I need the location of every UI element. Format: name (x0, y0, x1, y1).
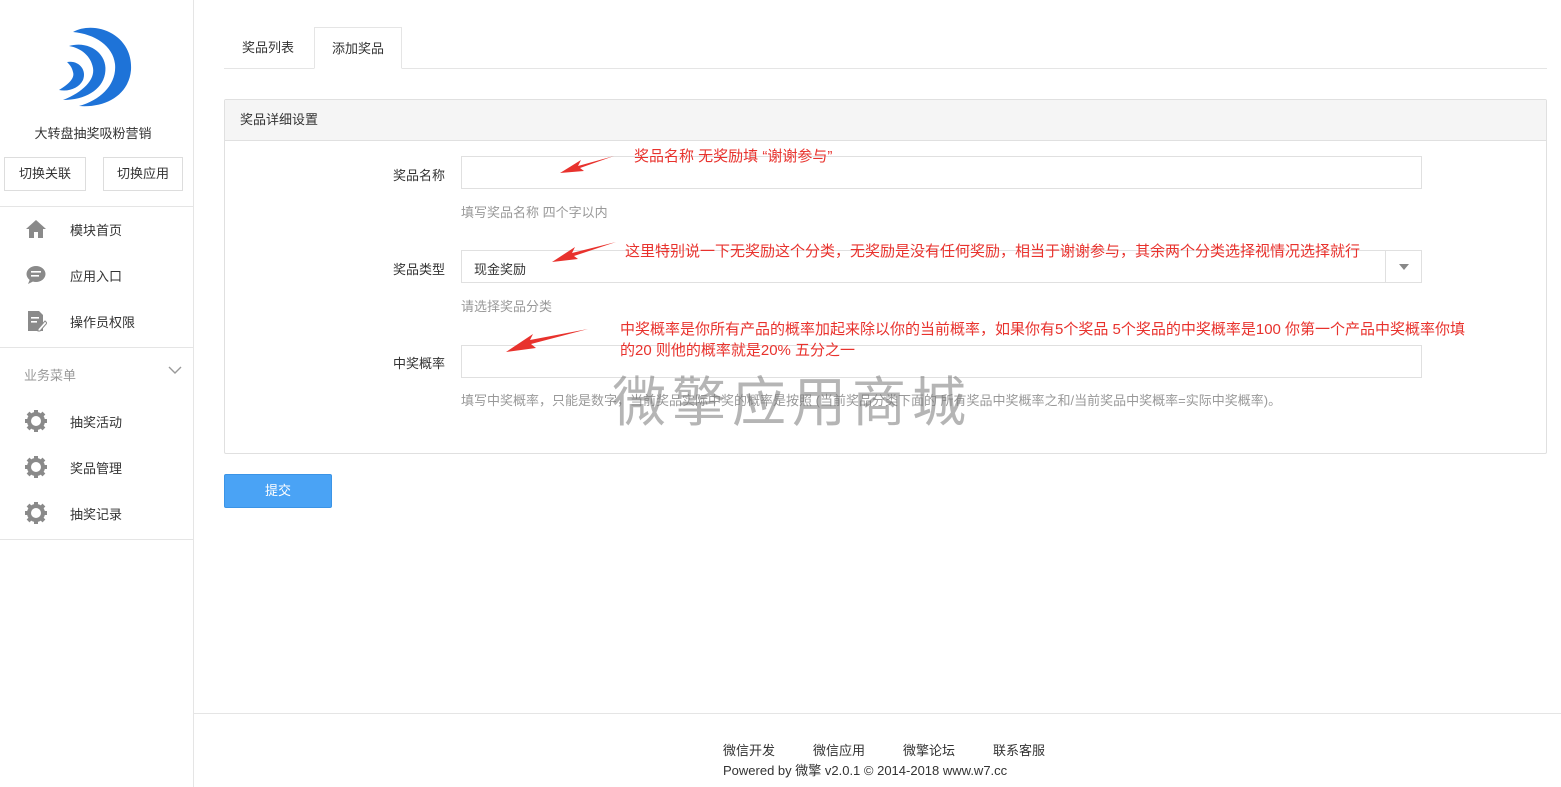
caret-down-icon (1385, 251, 1421, 282)
sidebar-item-operator-permissions[interactable]: 操作员权限 (0, 301, 193, 341)
win-probability-label: 中奖概率 (392, 356, 445, 371)
sidebar-item-label: 操作员权限 (70, 314, 136, 330)
sidebar-item-label: 应用入口 (70, 268, 123, 284)
annotation-probability-line1: 中奖概率是你所有产品的概率加起来除以你的当前概率，如果你有5个奖品 5个奖品的中… (620, 321, 1466, 338)
footer-link-support[interactable]: 联系客服 (993, 740, 1045, 759)
switch-app-button[interactable]: 切换应用 (103, 157, 183, 191)
sidebar-item-lottery-records[interactable]: 抽奖记录 (0, 493, 193, 533)
watermark: 微擎应用商城 (612, 371, 972, 434)
sidebar-item-prize-management[interactable]: 奖品管理 (0, 447, 193, 487)
app-logo (55, 24, 135, 110)
sidebar-item-app-entry[interactable]: 应用入口 (0, 255, 193, 295)
sidebar-divider (0, 347, 193, 348)
panel-title: 奖品详细设置 (225, 100, 1546, 141)
sidebar-divider (0, 206, 193, 207)
sidebar-item-label: 模块首页 (70, 222, 123, 238)
prize-name-input[interactable] (461, 156, 1422, 189)
footer-divider (194, 713, 1561, 714)
chevron-down-icon[interactable] (168, 363, 182, 377)
gear-icon (25, 502, 47, 524)
edit-document-icon (25, 310, 47, 332)
annotation-probability-line2: 的20 则他的概率就是20% 五分之一 (620, 342, 856, 359)
sidebar-item-label: 抽奖活动 (70, 414, 123, 430)
tab-add-prize[interactable]: 添加奖品 (314, 27, 402, 69)
sidebar-item-module-home[interactable]: 模块首页 (0, 209, 193, 249)
sidebar-item-label: 奖品管理 (70, 460, 123, 476)
gear-icon (25, 410, 47, 432)
prize-name-help: 填写奖品名称 四个字以内 (461, 205, 608, 220)
submit-button[interactable]: 提交 (224, 474, 332, 508)
app-name: 大转盘抽奖吸粉营销 (34, 126, 152, 141)
gear-icon (25, 456, 47, 478)
sidebar-item-label: 抽奖记录 (70, 506, 123, 522)
tab-bar: 奖品列表 添加奖品 (224, 27, 1547, 69)
prize-type-help: 请选择奖品分类 (461, 299, 553, 314)
sidebar: 大转盘抽奖吸粉营销 切换关联 切换应用 模块首页 应用入口 操作员权限 业务菜单… (0, 0, 194, 787)
switch-link-button[interactable]: 切换关联 (4, 157, 86, 191)
annotation-prize-type: 这里特别说一下无奖励这个分类，无奖励是没有任何奖励，相当于谢谢参与，其余两个分类… (625, 243, 1361, 260)
prize-type-value: 现金奖励 (474, 262, 527, 277)
footer-link-wechat-apps[interactable]: 微信应用 (813, 740, 865, 759)
menu-group-title: 业务菜单 (24, 368, 77, 383)
sidebar-divider (0, 539, 193, 540)
prize-name-label: 奖品名称 (392, 168, 445, 183)
sidebar-item-lottery-activity[interactable]: 抽奖活动 (0, 401, 193, 441)
footer-link-forum[interactable]: 微擎论坛 (903, 740, 955, 759)
footer-link-wechat-dev[interactable]: 微信开发 (723, 740, 775, 759)
tab-prize-list[interactable]: 奖品列表 (224, 27, 312, 69)
prize-type-label: 奖品类型 (392, 262, 445, 277)
chat-bubble-icon (25, 264, 47, 286)
annotation-prize-name: 奖品名称 无奖励填 “谢谢参与” (634, 148, 833, 165)
powered-by: Powered by 微擎 v2.0.1 © 2014-2018 www.w7.… (723, 763, 1008, 778)
home-icon (25, 218, 47, 240)
